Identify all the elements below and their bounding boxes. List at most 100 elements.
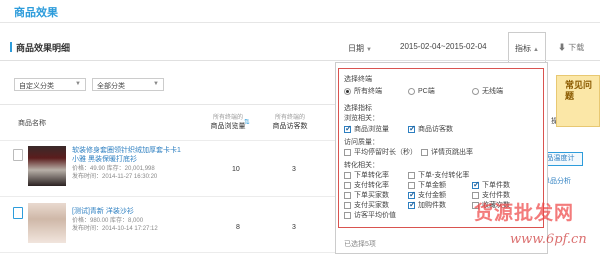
- terminal-label: PC端: [418, 88, 435, 95]
- row-divider: [0, 252, 335, 253]
- column-header-visitors-sub: 所有终端的: [274, 115, 305, 121]
- row-divider: [0, 196, 335, 197]
- metric-label: 支付转化率: [354, 182, 389, 189]
- product-publish-time: 发布时间：2014-11-27 16:30:20: [72, 174, 158, 180]
- radio-icon: [408, 87, 415, 95]
- metric-label: 加购件数: [418, 202, 446, 209]
- metric-label: 下单-支付转化率: [418, 172, 470, 179]
- download-label: 下载: [568, 43, 585, 52]
- metric-checkbox[interactable]: 支付金额: [408, 190, 446, 200]
- checkbox-icon: [344, 191, 351, 199]
- date-select[interactable]: 日期 ▼: [348, 43, 372, 54]
- product-thumbnail[interactable]: [28, 146, 66, 186]
- product-views-value: 8: [236, 224, 240, 231]
- product-publish-time: 发布时间：2014-10-14 17:27:12: [72, 226, 158, 232]
- checkbox-icon: [421, 148, 428, 156]
- page-title: 商品效果: [14, 7, 58, 19]
- table-header-top-line: [0, 104, 335, 105]
- product-name-link[interactable]: [测试]青新 洋装沙衫: [72, 207, 182, 216]
- metric-label: 详情页跳出率: [431, 149, 473, 156]
- section-accent-bar: [10, 42, 12, 52]
- column-header-visitors-main: 商品访客数: [272, 123, 308, 130]
- chevron-up-icon: ▲: [533, 47, 539, 53]
- pc-device-icon: [13, 149, 23, 161]
- terminal-radio-all[interactable]: 所有终端: [344, 86, 382, 96]
- product-price-stock: 价格：49.90 库存：20,001,998: [72, 166, 155, 172]
- selected-count: 已选择5项: [344, 241, 376, 248]
- custom-category-select[interactable]: 自定义分类 ▼: [14, 78, 86, 91]
- checkbox-icon: [344, 148, 351, 156]
- metric-label: 商品访客数: [418, 126, 453, 133]
- metric-checkbox-avg-stay[interactable]: 平均停留时长（秒）: [344, 147, 417, 157]
- metric-title: 选择指标: [344, 105, 372, 112]
- mobile-device-icon: [13, 207, 23, 219]
- product-thumbnail[interactable]: [28, 203, 66, 243]
- title-divider: [0, 22, 600, 23]
- convert-group-label: 转化相关：: [344, 162, 379, 169]
- checkbox-icon: [472, 180, 480, 189]
- checkbox-icon: [344, 201, 351, 209]
- visit-group-label: 访问质量：: [344, 139, 379, 146]
- checkbox-icon: [344, 171, 351, 179]
- metric-checkbox[interactable]: 下单件数: [472, 180, 510, 190]
- metric-label: 支付买家数: [354, 202, 389, 209]
- product-visitors-value: 3: [292, 224, 296, 231]
- metric-label: 平均停留时长（秒）: [354, 149, 417, 156]
- product-views-value: 10: [232, 166, 240, 173]
- checkbox-icon: [408, 200, 416, 209]
- terminal-label: 无线端: [482, 88, 503, 95]
- terminal-radio-wireless[interactable]: 无线端: [472, 86, 503, 96]
- row-divider: [0, 140, 335, 141]
- checkbox-icon: [344, 124, 352, 133]
- section-title: 商品效果明细: [16, 43, 71, 53]
- metric-label: 指标: [515, 44, 532, 53]
- metric-checkbox[interactable]: 加购件数: [408, 200, 446, 210]
- product-name-link[interactable]: 软装修身套圈领针织绒加厚套卡卡1小雅 黑装保暖打底衫: [72, 146, 182, 164]
- metric-checkbox[interactable]: 支付买家数: [344, 200, 389, 210]
- terminal-label: 所有终端: [354, 88, 382, 95]
- checkbox-icon: [408, 171, 415, 179]
- metric-button[interactable]: 指标 ▲: [508, 32, 546, 62]
- metric-label: 下单转化率: [354, 172, 389, 179]
- checkbox-icon: [408, 181, 415, 189]
- metric-label: 商品浏览量: [354, 126, 389, 133]
- metric-checkbox-visitors[interactable]: 商品访客数: [408, 124, 453, 134]
- radio-icon: [344, 87, 351, 95]
- product-visitors-value: 3: [292, 166, 296, 173]
- browse-group-label: 浏览相关：: [344, 115, 379, 122]
- checkbox-icon: [408, 124, 416, 133]
- metric-checkbox[interactable]: 下单转化率: [344, 170, 389, 180]
- metric-checkbox-views[interactable]: 商品浏览量: [344, 124, 389, 134]
- metric-label: 支付金额: [418, 192, 446, 199]
- radio-icon: [472, 87, 479, 95]
- metric-checkbox[interactable]: 下单-支付转化率: [408, 170, 469, 180]
- date-range[interactable]: 2015-02-04~2015-02-04: [400, 42, 487, 51]
- faq-side-tab[interactable]: 常见问题: [556, 75, 600, 127]
- terminal-radio-pc[interactable]: PC端: [408, 86, 435, 96]
- column-header-visitors[interactable]: 所有终端的 商品访客数: [260, 112, 320, 131]
- watermark-text: 货源批发网: [474, 202, 575, 224]
- sort-icon[interactable]: ⇅: [244, 118, 250, 126]
- toolbar-divider: [0, 60, 600, 61]
- metric-checkbox[interactable]: 访客平均价值: [344, 210, 396, 220]
- metric-label: 下单买家数: [354, 192, 389, 199]
- terminal-title: 选择终端: [344, 76, 372, 83]
- metric-checkbox[interactable]: 下单金额: [408, 180, 446, 190]
- chevron-down-icon: ▼: [75, 81, 81, 87]
- metric-label: 访客平均价值: [354, 212, 396, 219]
- metric-label: 下单件数: [482, 182, 510, 189]
- metric-label: 下单金额: [418, 182, 446, 189]
- all-category-select[interactable]: 全部分类 ▼: [92, 78, 164, 91]
- chevron-down-icon: ▼: [366, 47, 372, 53]
- download-button[interactable]: ⬇ 下载: [558, 42, 584, 53]
- metric-checkbox[interactable]: 下单买家数: [344, 190, 389, 200]
- product-price-stock: 价格：980.00 库存：8,000: [72, 218, 144, 224]
- chevron-down-icon: ▼: [153, 81, 159, 87]
- metric-checkbox[interactable]: 支付转化率: [344, 180, 389, 190]
- custom-category-value: 自定义分类: [19, 83, 54, 90]
- column-header-name: 商品名称: [18, 120, 46, 127]
- download-icon: ⬇: [558, 43, 566, 52]
- date-label: 日期: [348, 44, 364, 53]
- metric-checkbox-bounce-rate[interactable]: 详情页跳出率: [421, 147, 473, 157]
- watermark-url: www.6pf.cn: [510, 232, 587, 247]
